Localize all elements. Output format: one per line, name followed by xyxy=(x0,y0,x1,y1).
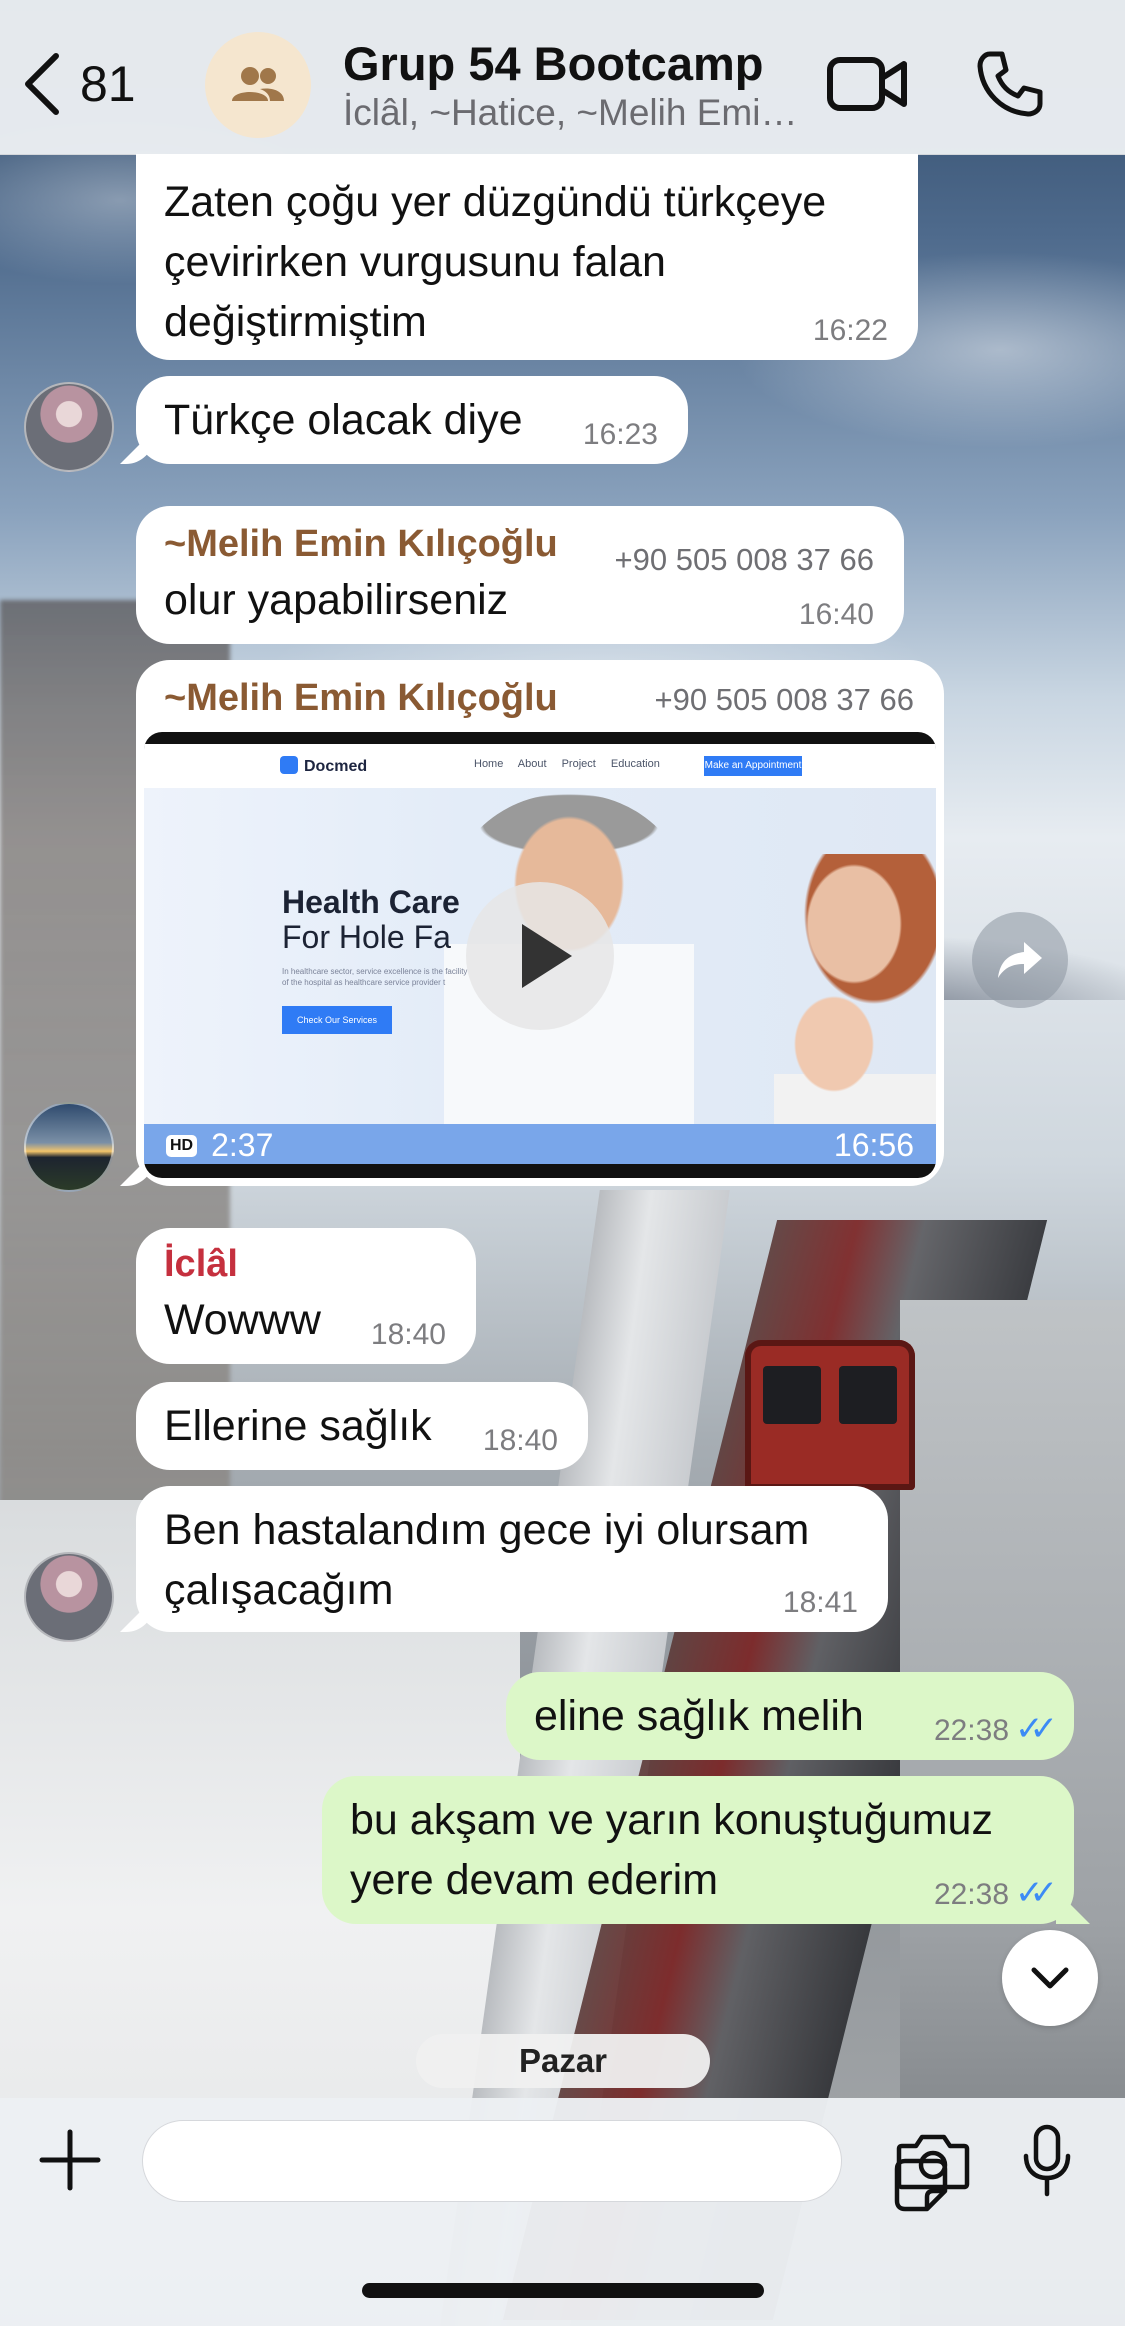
message-time: 22:38 ✓✓ xyxy=(933,1712,1058,1747)
scroll-to-bottom-button[interactable] xyxy=(1002,1930,1098,2026)
date-separator: Pazar xyxy=(416,2034,710,2088)
chevron-down-icon xyxy=(1031,1967,1069,1989)
hd-badge: HD xyxy=(166,1134,198,1157)
plus-icon[interactable] xyxy=(38,2128,102,2192)
sender-phone[interactable]: +90 505 008 37 66 xyxy=(615,530,874,590)
message-text: Ben hastalandım gece iyi olursam çalışac… xyxy=(164,1506,810,1614)
read-receipt-icon: ✓✓ xyxy=(1015,1710,1058,1748)
chevron-left-icon xyxy=(25,53,59,115)
chat-title[interactable]: Grup 54 Bootcamp xyxy=(343,36,763,91)
message-time: 18:41 xyxy=(782,1586,858,1619)
site-hero-title: Health Care xyxy=(282,884,460,920)
back-button[interactable]: 81 xyxy=(22,52,136,116)
group-avatar[interactable] xyxy=(205,32,311,138)
message-time: 16:56 xyxy=(833,1127,914,1163)
microphone-icon[interactable] xyxy=(1022,2124,1072,2198)
message-input[interactable] xyxy=(142,2120,948,2212)
message-time: 16:23 xyxy=(582,418,658,451)
avatar[interactable] xyxy=(24,1552,114,1642)
message-time: 16:40 xyxy=(798,598,874,631)
chat-participants[interactable]: İclâl, ~Hatice, ~Melih Emin Kılıçoğlu xyxy=(343,92,813,134)
message-bubble[interactable]: ~Melih Emin Kılıçoğlu +90 505 008 37 66 … xyxy=(136,506,904,644)
camera-icon[interactable] xyxy=(896,2132,970,2190)
unread-count: 81 xyxy=(80,56,136,112)
message-bubble[interactable]: Ellerine sağlık 18:40 xyxy=(136,1382,588,1470)
message-sender[interactable]: ~Melih Emin Kılıçoğlu xyxy=(164,672,558,724)
message-time: 18:40 xyxy=(370,1318,446,1351)
avatar[interactable] xyxy=(24,1102,114,1192)
message-time-text: 22:38 xyxy=(933,1714,1010,1747)
phone-call-icon[interactable] xyxy=(976,50,1044,118)
family-image xyxy=(774,854,936,1164)
group-icon xyxy=(232,67,284,101)
read-receipt-icon: ✓✓ xyxy=(1015,1874,1058,1912)
video-thumbnail[interactable]: Docmed Home About Project Education Make… xyxy=(144,732,936,1178)
message-time-text: 22:38 xyxy=(933,1878,1010,1911)
wallpaper-train-front xyxy=(745,1340,915,1490)
message-bubble[interactable]: İclâl Wowww 18:40 xyxy=(136,1228,476,1364)
message-bubble[interactable]: Ben hastalandım gece iyi olursam çalışac… xyxy=(136,1486,888,1632)
message-bubble[interactable]: Zaten çoğu yer düzgündü türkçeye çevirir… xyxy=(136,154,918,360)
home-indicator[interactable] xyxy=(362,2283,764,2298)
forward-button[interactable] xyxy=(972,912,1068,1008)
message-bubble-outgoing[interactable]: eline sağlık melih 22:38 ✓✓ xyxy=(506,1672,1074,1760)
message-field[interactable] xyxy=(167,2137,731,2187)
chat-header: 81 Grup 54 Bootcamp İclâl, ~Hatice, ~Mel… xyxy=(0,0,1125,155)
site-menu: Home About Project Education xyxy=(474,758,660,770)
site-hero-subtitle: For Hole Fa xyxy=(282,919,451,955)
video-meta: HD 2:37 xyxy=(166,1127,273,1164)
message-time: 22:38 ✓✓ xyxy=(933,1876,1058,1911)
share-arrow-icon xyxy=(998,942,1042,978)
site-cta: Check Our Services xyxy=(282,1006,392,1034)
message-time: 16:22 xyxy=(812,314,888,347)
avatar[interactable] xyxy=(24,382,114,472)
site-appointment-button: Make an Appointment xyxy=(704,756,802,776)
sender-phone[interactable]: +90 505 008 37 66 xyxy=(655,682,914,718)
site-hero-text: In healthcare sector, service excellence… xyxy=(282,967,468,987)
site-logo: Docmed xyxy=(280,756,367,776)
play-icon[interactable] xyxy=(466,882,614,1030)
video-duration: 2:37 xyxy=(211,1127,274,1163)
message-time: 18:40 xyxy=(482,1424,558,1457)
video-call-icon[interactable] xyxy=(826,52,908,116)
message-text: Zaten çoğu yer düzgündü türkçeye çevirir… xyxy=(164,178,827,346)
message-bubble-outgoing[interactable]: bu akşam ve yarın konuştuğumuz yere deva… xyxy=(322,1776,1074,1924)
message-bubble[interactable]: Türkçe olacak diye 16:23 xyxy=(136,376,688,464)
message-sender[interactable]: İclâl xyxy=(164,1238,448,1290)
video-message[interactable]: ~Melih Emin Kılıçoğlu +90 505 008 37 66 … xyxy=(136,660,944,1186)
